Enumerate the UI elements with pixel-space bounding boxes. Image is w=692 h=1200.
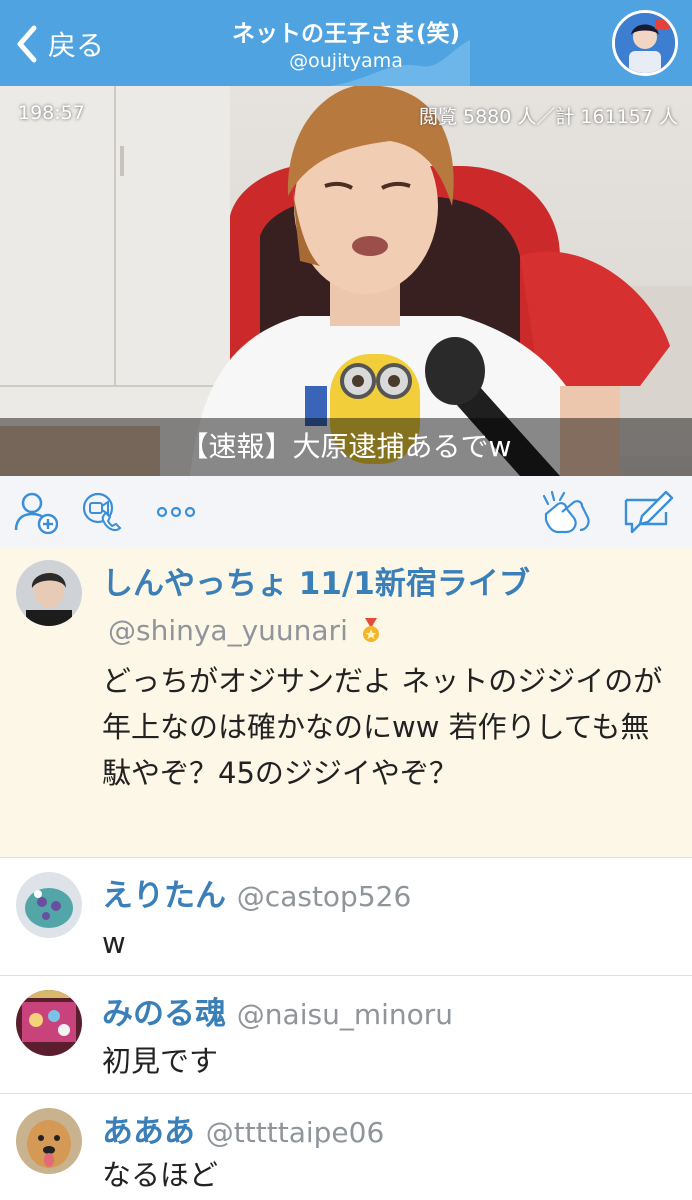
comment-item[interactable]: えりたん @castop526 w	[0, 858, 692, 976]
more-icon[interactable]	[154, 490, 198, 534]
comment-author[interactable]: あああ	[102, 1114, 195, 1150]
comment-handle[interactable]: @castop526	[237, 880, 411, 913]
video-caption: 【速報】大原逮捕あるでw	[0, 418, 692, 476]
comment-text: w	[102, 926, 126, 960]
live-video[interactable]: 198:57 閲覧 5880 人／計 161157 人 【速報】大原逮捕あるでw	[0, 86, 692, 476]
comment-author[interactable]: みのる魂	[102, 996, 226, 1032]
medal-icon	[362, 617, 379, 642]
comment-item[interactable]: しんやっちょ 11/1新宿ライブ @shinya_yuunari どっちがオジサ…	[0, 548, 692, 858]
viewer-count: 閲覧 5880 人／計 161157 人	[418, 106, 678, 128]
comment-text: どっちがオジサンだよ ネットのジジイのが年上なのは確かなのにww 若作りしても無…	[102, 664, 663, 790]
comment-item[interactable]: みのる魂 @naisu_minoru 初見です	[0, 976, 692, 1094]
page-handle: @oujityama	[289, 50, 403, 72]
compose-icon[interactable]	[622, 490, 674, 534]
comment-author-line: あああ @tttttaipe06	[102, 1106, 384, 1151]
avatar[interactable]	[16, 872, 82, 938]
header-bar: 戻る ネットの王子さま(笑) @oujityama	[0, 0, 692, 86]
avatar[interactable]	[16, 560, 82, 626]
comment-author-line: えりたん @castop526	[102, 870, 411, 915]
broadcaster-avatar[interactable]	[612, 10, 678, 76]
comment-item[interactable]: あああ @tttttaipe06 なるほど	[0, 1094, 692, 1200]
comment-handle[interactable]: @naisu_minoru	[237, 998, 453, 1031]
comment-author[interactable]: しんやっちょ 11/1新宿ライブ	[102, 558, 530, 603]
page-title: ネットの王子さま(笑)	[231, 21, 461, 47]
avatar[interactable]	[16, 1108, 82, 1174]
add-user-icon[interactable]	[14, 490, 58, 534]
elapsed-time: 198:57	[18, 102, 85, 124]
comment-author-line: みのる魂 @naisu_minoru	[102, 988, 453, 1033]
comment-handle[interactable]: @tttttaipe06	[206, 1116, 384, 1149]
comment-text: なるほど	[102, 1158, 219, 1192]
comment-author[interactable]: えりたん	[102, 878, 226, 914]
clap-icon[interactable]	[540, 490, 592, 534]
action-toolbar	[0, 476, 692, 549]
avatar[interactable]	[16, 990, 82, 1056]
comment-text: 初見です	[102, 1044, 219, 1078]
video-call-icon[interactable]	[80, 490, 124, 534]
comment-handle[interactable]: @shinya_yuunari	[108, 614, 348, 647]
